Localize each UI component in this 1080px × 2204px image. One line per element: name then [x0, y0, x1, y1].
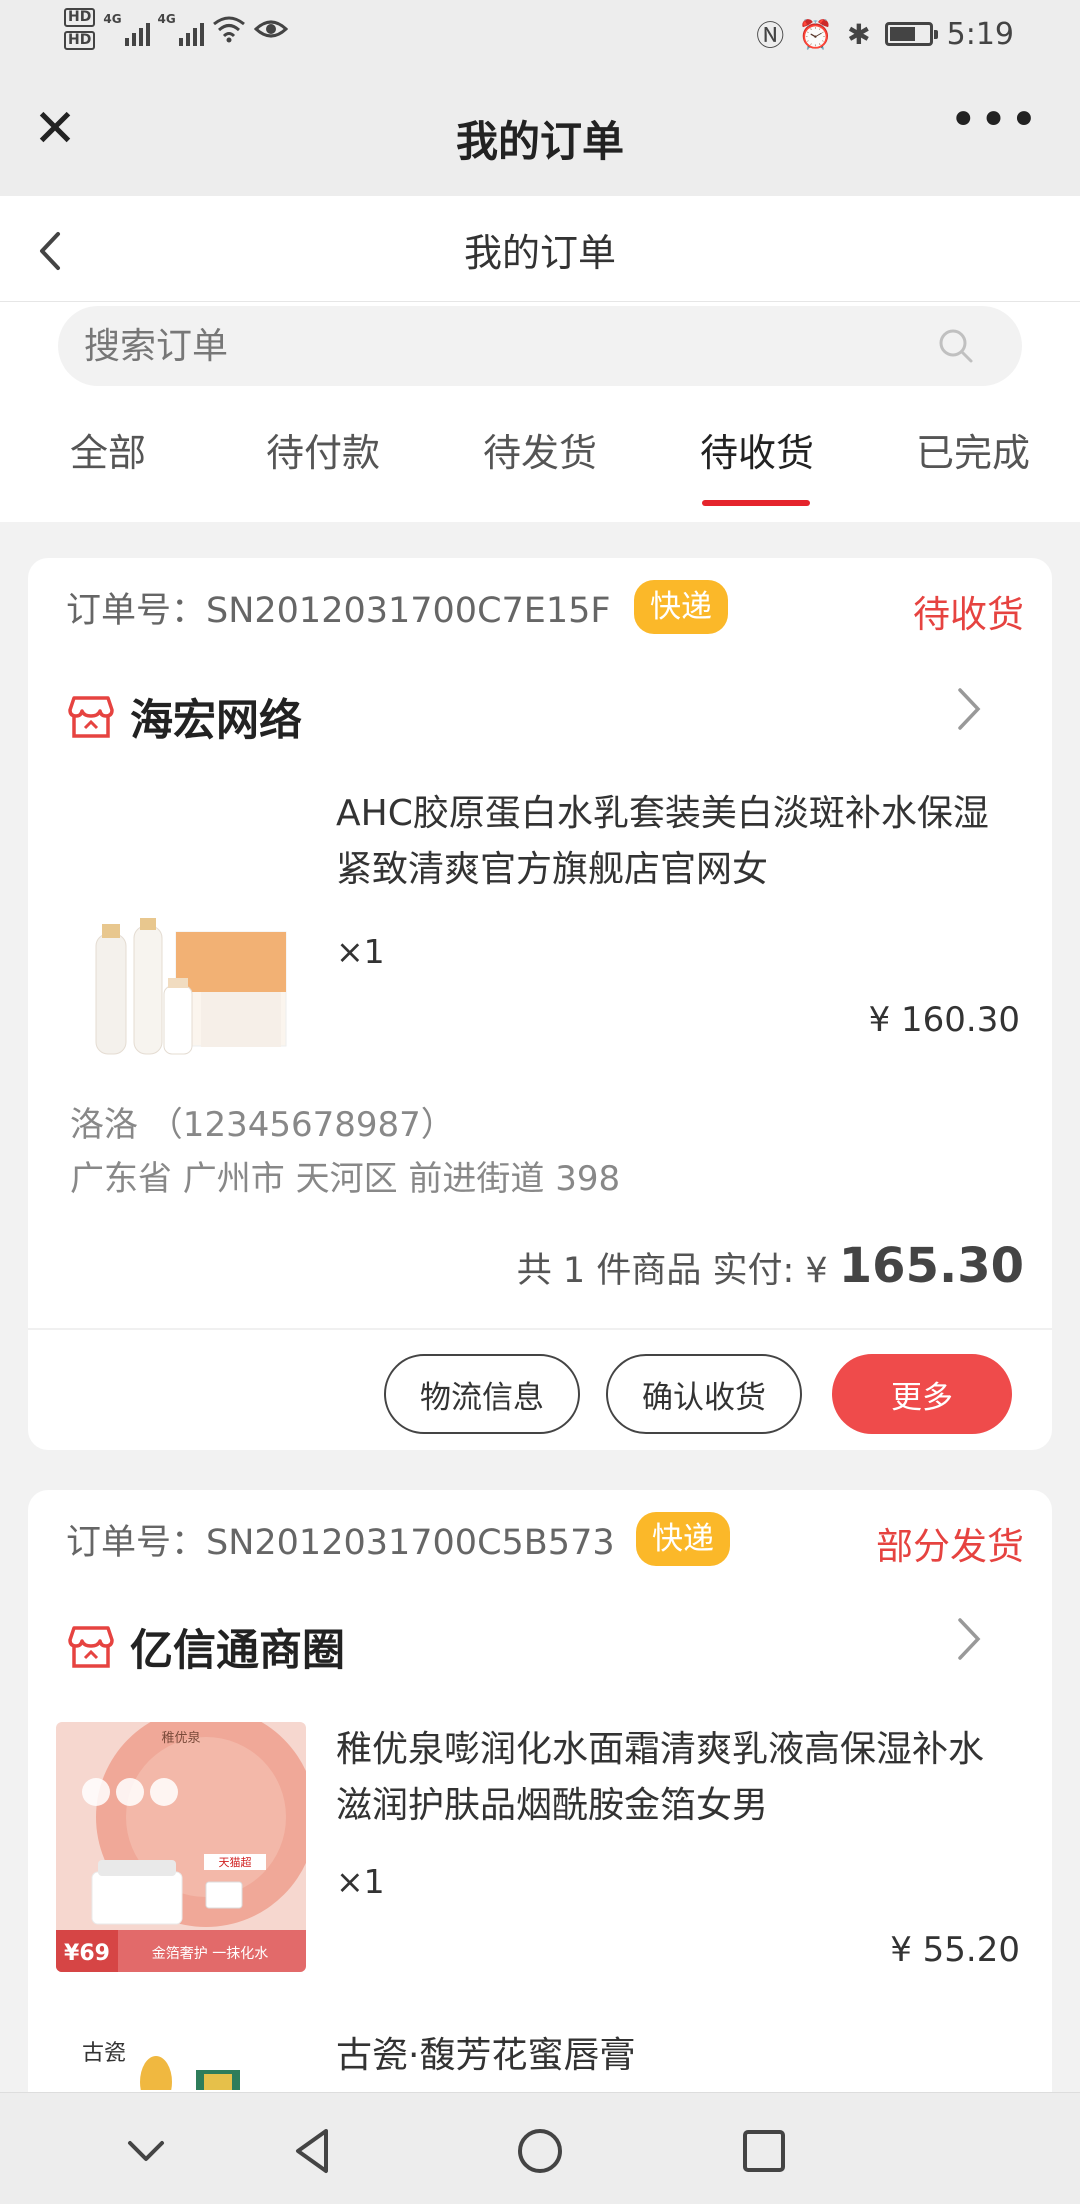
page-header: 我的订单: [0, 196, 1080, 302]
shop-name: 海宏网络: [130, 696, 302, 746]
clock: 5:19: [946, 16, 1014, 52]
status-left: HD HD 4G 4G: [64, 8, 288, 50]
total-amount: 165.30: [838, 1238, 1024, 1294]
brand-text: 古瓷: [82, 2041, 126, 2066]
search-bar[interactable]: [58, 306, 1022, 386]
product-quantity: ×1: [336, 1862, 385, 1901]
title-bar: ✕ 我的订单 •••: [0, 66, 1080, 196]
divider: [28, 1328, 1052, 1330]
battery-icon: [884, 22, 938, 46]
order-status: 部分发货: [876, 1525, 1024, 1568]
order-number: 订单号：SN2012031700C7E15F: [66, 591, 611, 631]
recents-square-icon[interactable]: [736, 2123, 792, 2179]
product-price: ¥ 55.20: [890, 1930, 1020, 1970]
shop-link[interactable]: 海宏网络: [68, 686, 302, 748]
store-icon: [68, 696, 114, 738]
nfc-icon: Ⓝ: [756, 19, 785, 52]
window-title: 我的订单: [455, 117, 624, 166]
status-right: Ⓝ ⏰ ✱ 5:19: [756, 14, 1014, 54]
hd-indicators: HD HD: [64, 8, 96, 50]
chevron-right-icon[interactable]: [956, 686, 982, 743]
product-name[interactable]: 稚优泉嘭润化水面霜清爽乳液高保湿补水滋润护肤品烟酰胺金箔女男: [336, 1722, 1016, 1834]
order-tabs: 全部 待付款 待发货 待收货 已完成: [0, 412, 1080, 522]
wifi-icon: [212, 16, 245, 43]
product-name[interactable]: AHC胶原蛋白水乳套装美白淡斑补水保湿紧致清爽官方旗舰店官网女: [336, 786, 1016, 898]
order-total: 共 1 件商品 实付: ¥ 165.30: [517, 1238, 1024, 1294]
search-input[interactable]: [84, 320, 884, 372]
order-number: 订单号：SN2012031700C5B573: [66, 1523, 615, 1563]
active-tab-indicator: [702, 500, 810, 506]
slogan-text: 金箔奢护 一抹化水: [152, 1946, 268, 1962]
product-thumbnail[interactable]: 古瓷: [56, 2020, 306, 2090]
status-bar: HD HD 4G 4G Ⓝ ⏰ ✱ 5:19: [0, 0, 1080, 66]
eye-icon: [253, 20, 288, 38]
search-icon[interactable]: [938, 328, 974, 364]
signal-icon: 4G: [158, 12, 204, 46]
hd-icon: HD: [64, 31, 96, 50]
hd-icon: HD: [64, 8, 96, 27]
cosmetics-set-image: [56, 822, 306, 1072]
home-circle-icon[interactable]: [512, 2123, 568, 2179]
logistics-info-button[interactable]: 物流信息: [384, 1354, 580, 1434]
receiver-address: 广东省 广州市 天河区 前进街道 398: [70, 1159, 621, 1199]
chevron-down-icon[interactable]: [118, 2123, 174, 2179]
store-icon: [68, 1626, 114, 1668]
more-button[interactable]: 更多: [832, 1354, 1012, 1434]
delivery-badge: 快递: [634, 580, 728, 634]
order-card[interactable]: 订单号：SN2012031700C7E15F 快递 待收货 海宏网络 AHC胶原…: [28, 558, 1052, 1450]
product-price: ¥ 160.30: [868, 1000, 1020, 1040]
product-name[interactable]: 古瓷·馥芳花蜜唇膏: [336, 2028, 1016, 2084]
receiver-info: 洛洛 （12345678987）: [70, 1105, 455, 1145]
signal-icon: 4G: [103, 12, 150, 46]
chevron-right-icon[interactable]: [956, 1616, 982, 1673]
tab-pending-receipt[interactable]: 待收货: [700, 422, 814, 477]
delivery-badge: 快递: [636, 1512, 730, 1566]
lip-balm-image: 古瓷: [82, 2041, 240, 2090]
total-label: 共 1 件商品 实付: ¥: [516, 1251, 839, 1291]
shop-link[interactable]: 亿信通商圈: [68, 1616, 345, 1678]
face-cream-image: 稚优泉 天猫超 ¥69 金箔奢护 一抹化水: [56, 1722, 306, 1972]
confirm-receipt-button[interactable]: 确认收货: [606, 1354, 802, 1434]
product-thumbnail[interactable]: [56, 822, 306, 1072]
alarm-icon: ⏰: [798, 17, 834, 51]
tab-pending-payment[interactable]: 待付款: [266, 422, 380, 477]
search-section: 全部 待付款 待发货 待收货 已完成: [0, 302, 1080, 522]
tab-pending-shipment[interactable]: 待发货: [483, 422, 597, 477]
tab-completed[interactable]: 已完成: [916, 422, 1030, 477]
brand-text: 稚优泉: [161, 1730, 200, 1746]
price-tag-text: ¥69: [64, 1941, 110, 1966]
product-quantity: ×1: [336, 932, 385, 971]
tab-all[interactable]: 全部: [70, 422, 146, 477]
tmall-tag: 天猫超: [219, 1855, 252, 1869]
system-nav-bar: [0, 2092, 1080, 2204]
page-title: 我的订单: [463, 231, 616, 275]
shop-name: 亿信通商圈: [130, 1626, 345, 1676]
bluetooth-icon: ✱: [847, 17, 871, 51]
back-triangle-icon[interactable]: [286, 2123, 342, 2179]
order-status: 待收货: [913, 593, 1024, 636]
product-thumbnail[interactable]: 稚优泉 天猫超 ¥69 金箔奢护 一抹化水: [56, 1722, 306, 1972]
more-menu-icon[interactable]: •••: [949, 92, 1040, 148]
